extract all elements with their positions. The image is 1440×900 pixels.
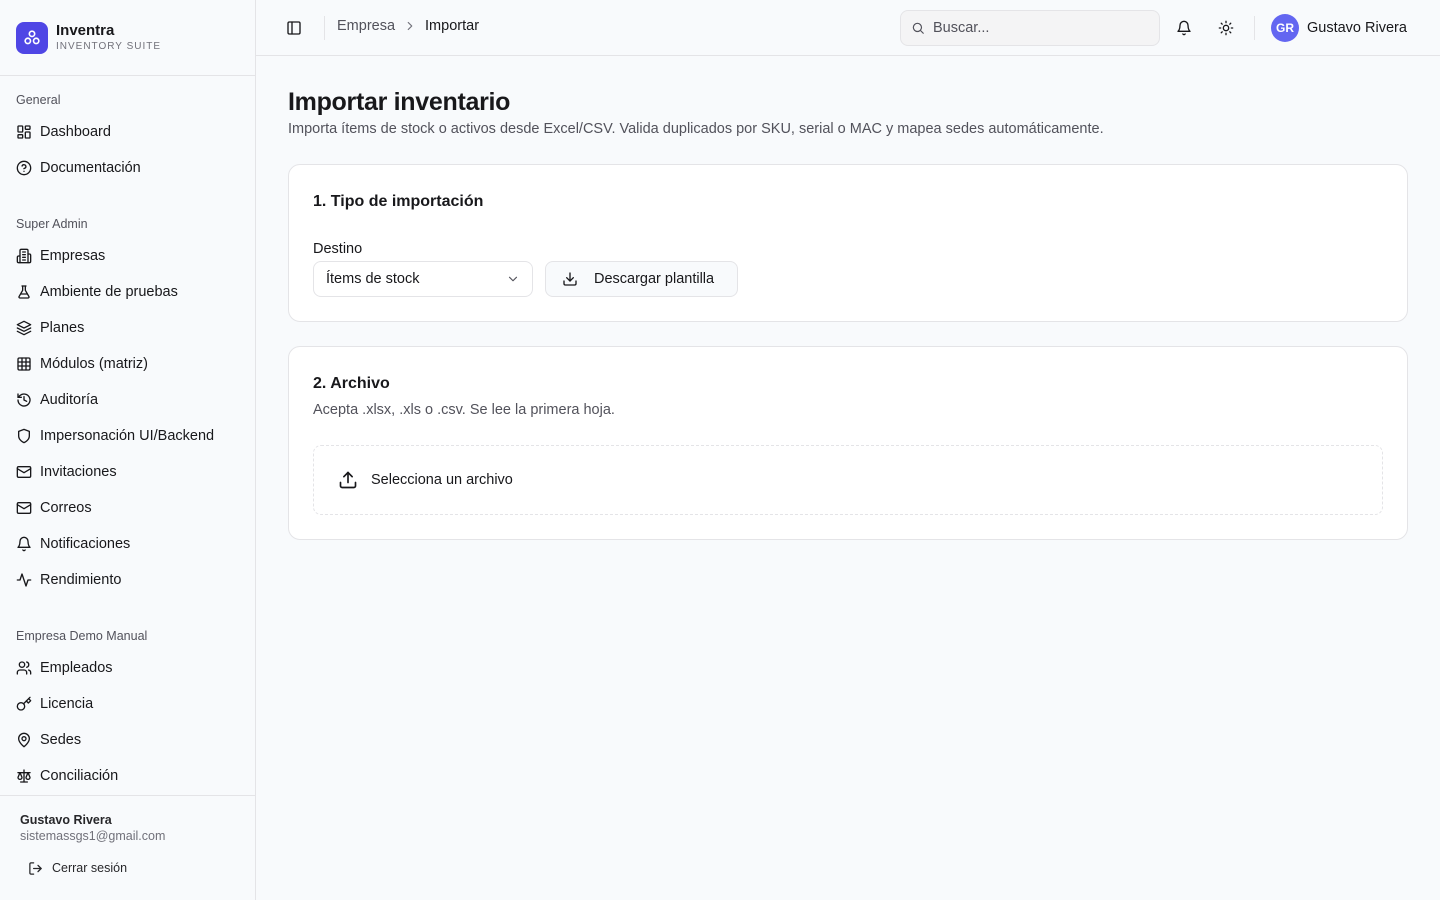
user-name: Gustavo Rivera <box>1307 20 1407 36</box>
download-template-button[interactable]: Descargar plantilla <box>545 261 738 297</box>
users-icon <box>16 661 32 675</box>
sidebar-item-empresas[interactable]: Empresas <box>8 240 247 272</box>
sidebar-item-conciliacion[interactable]: Conciliación <box>8 760 247 792</box>
nav-group-label-empresa-demo: Empresa Demo Manual <box>16 629 148 643</box>
sidebar-item-sedes[interactable]: Sedes <box>8 724 247 756</box>
bell-icon <box>1177 20 1191 36</box>
sidebar: Inventra INVENTORY SUITE General Dashboa… <box>0 0 256 900</box>
dashboard-icon <box>17 125 31 139</box>
chevron-down-icon <box>508 276 518 282</box>
sidebar-item-label: Sedes <box>40 732 82 748</box>
theme-toggle-button[interactable] <box>1214 16 1238 40</box>
breadcrumb: Empresa Importar <box>337 18 479 34</box>
bell-icon <box>17 536 31 552</box>
destination-selected-value: Ítems de stock <box>326 271 420 287</box>
download-template-label: Descargar plantilla <box>594 271 715 287</box>
breadcrumb-parent[interactable]: Empresa <box>337 18 395 34</box>
activity-icon <box>16 573 32 587</box>
destination-label: Destino <box>313 241 363 257</box>
footer-user-email: sistemassgs1@gmail.com <box>20 829 166 843</box>
logout-button[interactable]: Cerrar sesión <box>20 856 135 880</box>
sidebar-item-ambiente-pruebas[interactable]: Ambiente de pruebas <box>8 276 247 308</box>
map-pin-icon <box>18 732 30 748</box>
sidebar-item-label: Documentación <box>40 160 141 176</box>
header-divider <box>324 16 325 40</box>
history-icon <box>17 393 31 407</box>
header-divider <box>1254 16 1255 40</box>
brand-logo-icon <box>16 21 48 54</box>
search-box[interactable] <box>900 10 1160 46</box>
panel-left-icon <box>287 21 301 35</box>
file-dropzone[interactable]: Selecciona un archivo <box>313 445 1383 515</box>
sidebar-toggle-button[interactable] <box>282 16 306 40</box>
flask-icon <box>18 285 30 299</box>
sidebar-item-label: Empresas <box>40 248 106 264</box>
key-icon <box>16 696 32 711</box>
sidebar-item-label: Módulos (matriz) <box>40 356 148 372</box>
sidebar-item-invitaciones[interactable]: Invitaciones <box>8 456 247 488</box>
sidebar-item-modulos[interactable]: Módulos (matriz) <box>8 348 247 380</box>
sidebar-footer: Gustavo Rivera sistemassgs1@gmail.com Ce… <box>0 795 255 900</box>
brand-subtitle: INVENTORY SUITE <box>56 40 162 52</box>
upload-icon <box>339 471 357 489</box>
sidebar-item-label: Licencia <box>40 696 94 712</box>
page-title: Importar inventario <box>288 88 511 116</box>
search-input[interactable] <box>933 20 1133 36</box>
breadcrumb-current: Importar <box>425 18 480 34</box>
mail-icon <box>16 502 32 514</box>
sidebar-item-impersonacion[interactable]: Impersonación UI/Backend <box>8 420 247 452</box>
sidebar-item-label: Impersonación UI/Backend <box>40 428 215 444</box>
footer-user-name: Gustavo Rivera <box>20 813 112 827</box>
dropzone-label: Selecciona un archivo <box>371 472 513 488</box>
sidebar-item-auditoria[interactable]: Auditoría <box>8 384 247 416</box>
avatar: GR <box>1271 14 1299 42</box>
top-header: Empresa Importar GR Gustavo Rivera <box>256 0 1440 56</box>
scale-icon <box>17 769 31 783</box>
building-icon <box>16 248 32 264</box>
destination-select[interactable]: Ítems de stock <box>313 261 533 297</box>
brand-name: Inventra <box>56 21 115 39</box>
file-card-subtitle: Acepta .xlsx, .xls o .csv. Se lee la pri… <box>313 402 615 418</box>
sidebar-item-notificaciones[interactable]: Notificaciones <box>8 528 247 560</box>
sidebar-item-label: Correos <box>40 500 92 516</box>
sidebar-item-label: Invitaciones <box>40 464 117 480</box>
sun-icon <box>1218 20 1234 36</box>
notifications-button[interactable] <box>1172 16 1196 40</box>
search-icon <box>912 22 924 34</box>
chevron-right-icon <box>403 19 417 33</box>
sidebar-item-correos[interactable]: Correos <box>8 492 247 524</box>
sidebar-item-rendimiento[interactable]: Rendimiento <box>8 564 247 596</box>
nav-group-label-super-admin: Super Admin <box>16 217 88 231</box>
sidebar-item-documentacion[interactable]: Documentación <box>8 152 247 184</box>
sidebar-item-planes[interactable]: Planes <box>8 312 247 344</box>
card-title: 2. Archivo <box>313 375 390 392</box>
help-circle-icon <box>16 160 32 176</box>
sidebar-item-label: Conciliación <box>40 768 119 784</box>
sidebar-item-empleados[interactable]: Empleados <box>8 652 247 684</box>
layers-icon <box>16 320 32 336</box>
nav-group-label-general: General <box>16 93 61 107</box>
file-card: 2. Archivo Acepta .xlsx, .xls o .csv. Se… <box>288 346 1408 540</box>
shield-icon <box>18 428 30 444</box>
download-icon <box>563 272 577 286</box>
sidebar-item-label: Dashboard <box>40 124 111 140</box>
page-description: Importa ítems de stock o activos desde E… <box>288 121 1104 137</box>
logout-icon <box>29 861 42 875</box>
user-menu[interactable]: GR Gustavo Rivera <box>1271 14 1407 42</box>
brand[interactable]: Inventra INVENTORY SUITE <box>0 0 255 76</box>
sidebar-item-label: Notificaciones <box>40 536 131 552</box>
sidebar-item-licencia[interactable]: Licencia <box>8 688 247 720</box>
sidebar-item-label: Planes <box>40 320 85 336</box>
sidebar-item-label: Rendimiento <box>40 572 122 588</box>
logout-label: Cerrar sesión <box>52 861 128 875</box>
import-type-card: 1. Tipo de importación Destino Ítems de … <box>288 164 1408 322</box>
sidebar-item-label: Ambiente de pruebas <box>40 284 178 300</box>
sidebar-item-dashboard[interactable]: Dashboard <box>8 116 247 148</box>
card-title: 1. Tipo de importación <box>313 193 484 210</box>
mail-icon <box>16 466 32 478</box>
sidebar-item-label: Empleados <box>40 660 113 676</box>
grid-icon <box>17 357 31 371</box>
sidebar-item-label: Auditoría <box>40 392 99 408</box>
